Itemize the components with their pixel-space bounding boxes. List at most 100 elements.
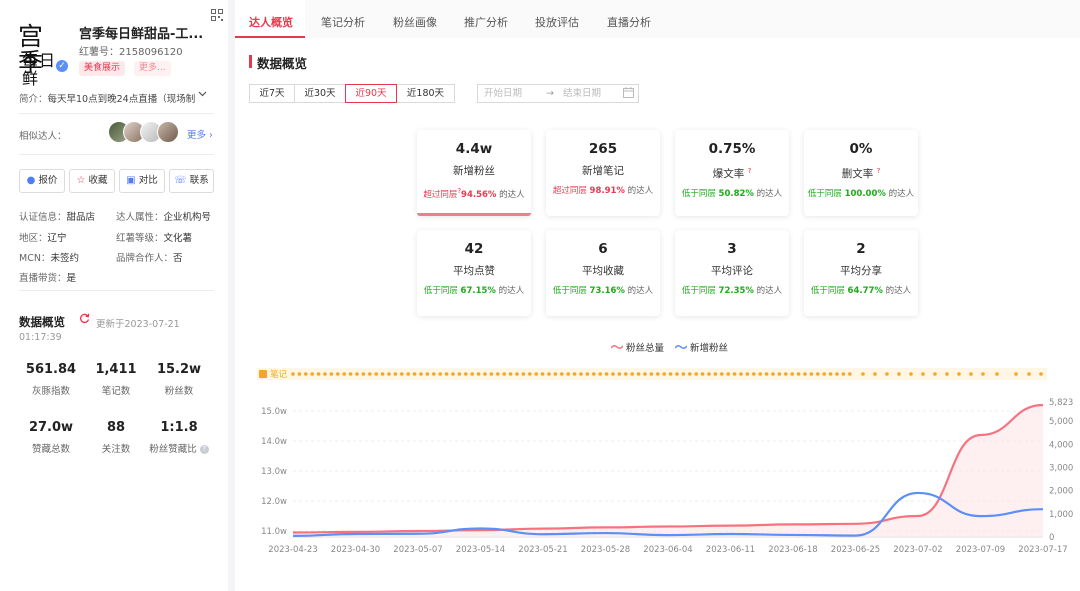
legend-total-fans-swatch [610, 344, 624, 350]
favorite-button[interactable]: ☆ 收藏 [69, 169, 115, 193]
metric-card-avg-collects[interactable]: 6 平均收藏 低于同层 73.16% 的达人 [546, 230, 660, 316]
metric-card-viral-rate[interactable]: 0.75% 爆文率 ? 低于同层 50.82% 的达人 [675, 130, 789, 216]
metric-compare: 低于同层 72.35% 的达人 [675, 286, 789, 297]
selected-card-indicator [417, 213, 531, 216]
compare-percent: 67.15% [460, 286, 496, 296]
range-180d[interactable]: 近180天 [396, 84, 455, 103]
note-dot [617, 372, 622, 376]
legend-new-fans[interactable]: 新增粉丝 [674, 340, 728, 354]
more-tags[interactable]: 更多... [134, 61, 171, 76]
metric-card-delete-rate[interactable]: 0% 删文率 ? 低于同层 100.00% 的达人 [804, 130, 918, 216]
legend-label: 粉丝总量 [626, 343, 665, 354]
note-dot [297, 372, 302, 376]
note-dot [809, 372, 814, 376]
note-dot [726, 372, 730, 376]
help-icon[interactable]: ? [748, 167, 752, 175]
legend-total-fans[interactable]: 粉丝总量 [610, 340, 665, 354]
note-dot [368, 372, 372, 376]
note-dot [611, 372, 615, 376]
note-dot [745, 372, 750, 376]
stat-label: 赞藏总数 [31, 444, 70, 455]
note-dot [969, 372, 973, 376]
note-dot [897, 372, 901, 376]
note-dot [412, 372, 417, 376]
note-dot [598, 372, 602, 376]
info-certification: 认证信息：甜品店 [19, 209, 95, 223]
note-dot [662, 372, 666, 376]
note-dot [909, 372, 913, 376]
legend-new-fans-swatch [674, 344, 688, 350]
tab-fans[interactable]: 粉丝画像 [393, 14, 437, 30]
quote-icon: ● [26, 175, 36, 186]
end-date-input[interactable]: 结束日期 [563, 85, 601, 102]
range-90d[interactable]: 近90天 [345, 84, 397, 103]
stat-label-text: 粉丝赞藏比 [149, 444, 197, 455]
info-live-sales: 直播带货：是 [19, 270, 76, 284]
note-dot [649, 372, 654, 376]
metric-card-avg-likes[interactable]: 42 平均点赞 低于同层 67.15% 的达人 [417, 230, 531, 316]
metric-label: 平均收藏 [582, 265, 624, 277]
date-range-picker[interactable]: 开始日期 → 结束日期 [477, 84, 639, 103]
info-value: 辽宁 [47, 233, 67, 244]
tab-overview[interactable]: 达人概览 [249, 14, 293, 30]
quote-button[interactable]: ● 报价 [19, 169, 65, 193]
refresh-icon[interactable] [79, 313, 90, 327]
x-tick-label: 2023-07-17 [1018, 545, 1067, 555]
compare-suffix: 的达人 [756, 189, 783, 199]
compare-label: 对比 [138, 175, 158, 186]
range-7d[interactable]: 近7天 [249, 84, 295, 103]
metric-card-new-fans[interactable]: 4.4w 新增粉丝 超过同层?94.56% 的达人 [417, 130, 531, 216]
tab-promotion[interactable]: 推广分析 [464, 14, 508, 30]
note-dot [848, 372, 852, 376]
help-icon[interactable]: ? [199, 445, 209, 454]
stat-fans: 15.2w 粉丝数 [144, 362, 214, 397]
notes-strip-label: 笔记 [270, 369, 288, 380]
stat-value: 15.2w [156, 362, 202, 377]
tab-live[interactable]: 直播分析 [607, 14, 651, 30]
note-dot [464, 372, 468, 376]
help-icon[interactable]: ? [877, 167, 881, 175]
info-brand-partner: 品牌合作人：否 [116, 250, 183, 264]
qr-code-icon[interactable] [211, 9, 225, 23]
note-dot [784, 372, 788, 376]
range-30d[interactable]: 近30天 [294, 84, 346, 103]
note-dot [515, 372, 519, 376]
tab-ad-evaluation[interactable]: 投放评估 [535, 14, 579, 30]
note-dot [400, 372, 404, 376]
metric-value: 0.75% [708, 141, 756, 157]
x-tick-label: 2023-06-11 [706, 545, 755, 555]
tab-notes[interactable]: 笔记分析 [321, 14, 365, 30]
note-dot [304, 372, 308, 376]
chevron-down-icon[interactable] [198, 89, 207, 101]
info-key: 红薯等级： [116, 233, 164, 244]
note-dot [1027, 372, 1031, 376]
metric-label: 平均评论 [711, 265, 753, 277]
avatar[interactable] [157, 121, 179, 143]
stat-label: 粉丝数 [164, 386, 194, 397]
compare-percent: 50.82% [718, 189, 754, 199]
contact-button[interactable]: ☏ 联系 [169, 169, 214, 193]
note-dot [310, 372, 314, 376]
note-dot [828, 372, 833, 376]
category-tag[interactable]: 美食展示 [79, 61, 126, 76]
metric-card-avg-comments[interactable]: 3 平均评论 低于同层 72.35% 的达人 [675, 230, 789, 316]
compare-text: 低于同层 [681, 286, 716, 296]
stat-notes: 1,411 笔记数 [81, 362, 151, 397]
metric-card-avg-shares[interactable]: 2 平均分享 低于同层 64.77% 的达人 [804, 230, 918, 316]
note-dot [720, 372, 724, 376]
info-key: 达人属性： [116, 212, 164, 223]
start-date-input[interactable]: 开始日期 [484, 85, 522, 102]
tab-bar: 达人概览 笔记分析 粉丝画像 推广分析 投放评估 直播分析 [235, 0, 1080, 38]
compare-suffix: 的达人 [885, 286, 912, 296]
note-dot [329, 372, 334, 376]
fans-trend-chart[interactable]: 笔记 15.0w 14.0w 13.0w 12.0w 11.0w 5,823 5,000 4,0… [235, 360, 1080, 591]
metric-label-row: 删文率 ? [804, 165, 918, 181]
note-dot [438, 372, 442, 376]
overview-title: 数据概览 [257, 56, 308, 71]
note-dot [861, 372, 865, 376]
note-dot [675, 372, 679, 376]
similar-more-link[interactable]: 更多 › [187, 127, 213, 141]
note-dot [342, 372, 346, 376]
metric-card-new-notes[interactable]: 265 新增笔记 超过同层 98.91% 的达人 [546, 130, 660, 216]
compare-button[interactable]: ▣ 对比 [119, 169, 165, 193]
